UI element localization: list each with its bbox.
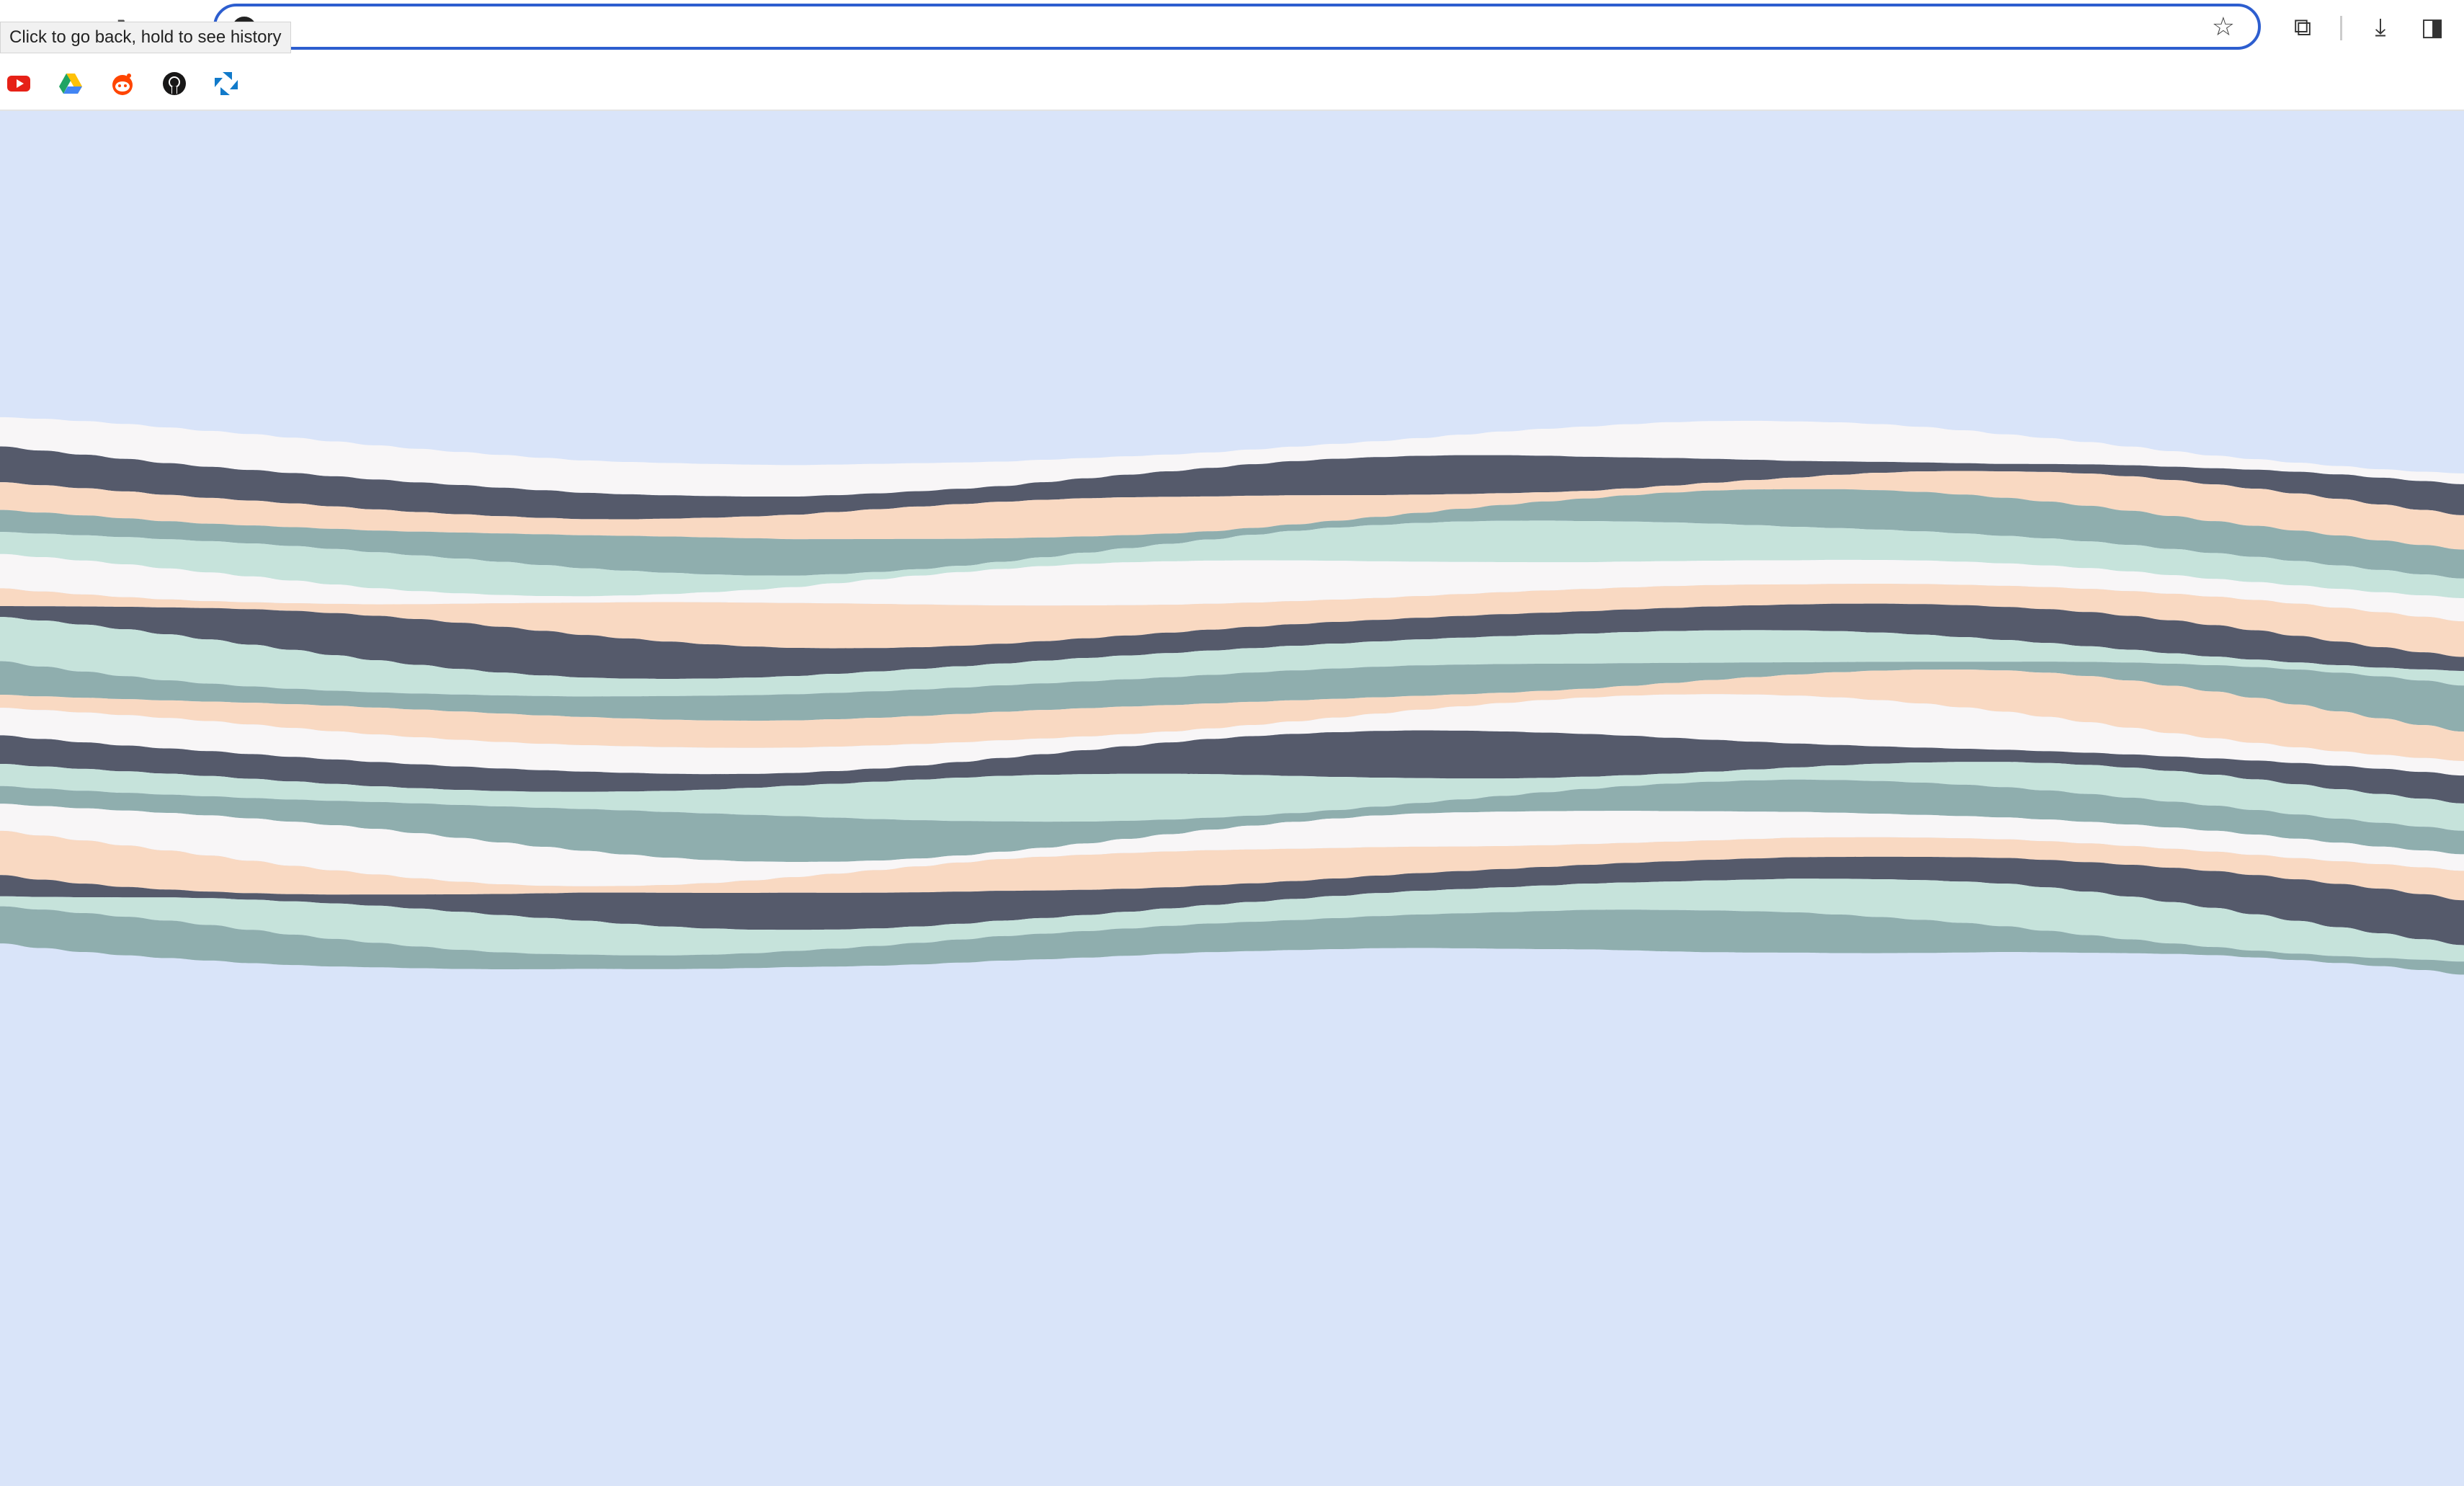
puzzle-icon: ⧉	[2293, 13, 2312, 42]
bookmarks-bar	[0, 58, 2464, 111]
streamgraph	[0, 417, 2464, 975]
browser-toolbar: ← → ↻ ⌂ ☆ ⧉ ⤓ ◨ Click to go back, hold t…	[0, 0, 2464, 58]
chase-icon	[215, 72, 238, 95]
github-icon	[163, 72, 186, 95]
address-bar[interactable]: ☆	[213, 4, 2261, 50]
google-drive-icon	[59, 74, 82, 94]
back-button-tooltip: Click to go back, hold to see history	[0, 22, 291, 53]
bookmark-reddit[interactable]	[110, 71, 135, 97]
youtube-icon	[7, 76, 30, 92]
bookmark-youtube[interactable]	[6, 71, 32, 97]
bookmark-chase[interactable]	[213, 71, 239, 97]
reddit-icon	[112, 74, 133, 95]
page-canvas	[0, 111, 2464, 1486]
address-input[interactable]	[267, 12, 2143, 43]
side-panel-button[interactable]: ◨	[2415, 10, 2450, 45]
star-icon[interactable]: ☆	[2212, 12, 2235, 42]
downloads-button[interactable]: ⤓	[2363, 10, 2398, 45]
toolbar-divider	[2340, 16, 2342, 40]
extensions-button[interactable]: ⧉	[2285, 10, 2320, 45]
bookmark-google-drive[interactable]	[58, 71, 84, 97]
side-panel-icon: ◨	[2420, 13, 2445, 42]
download-icon: ⤓	[2375, 13, 2386, 42]
bookmark-github[interactable]	[161, 71, 187, 97]
